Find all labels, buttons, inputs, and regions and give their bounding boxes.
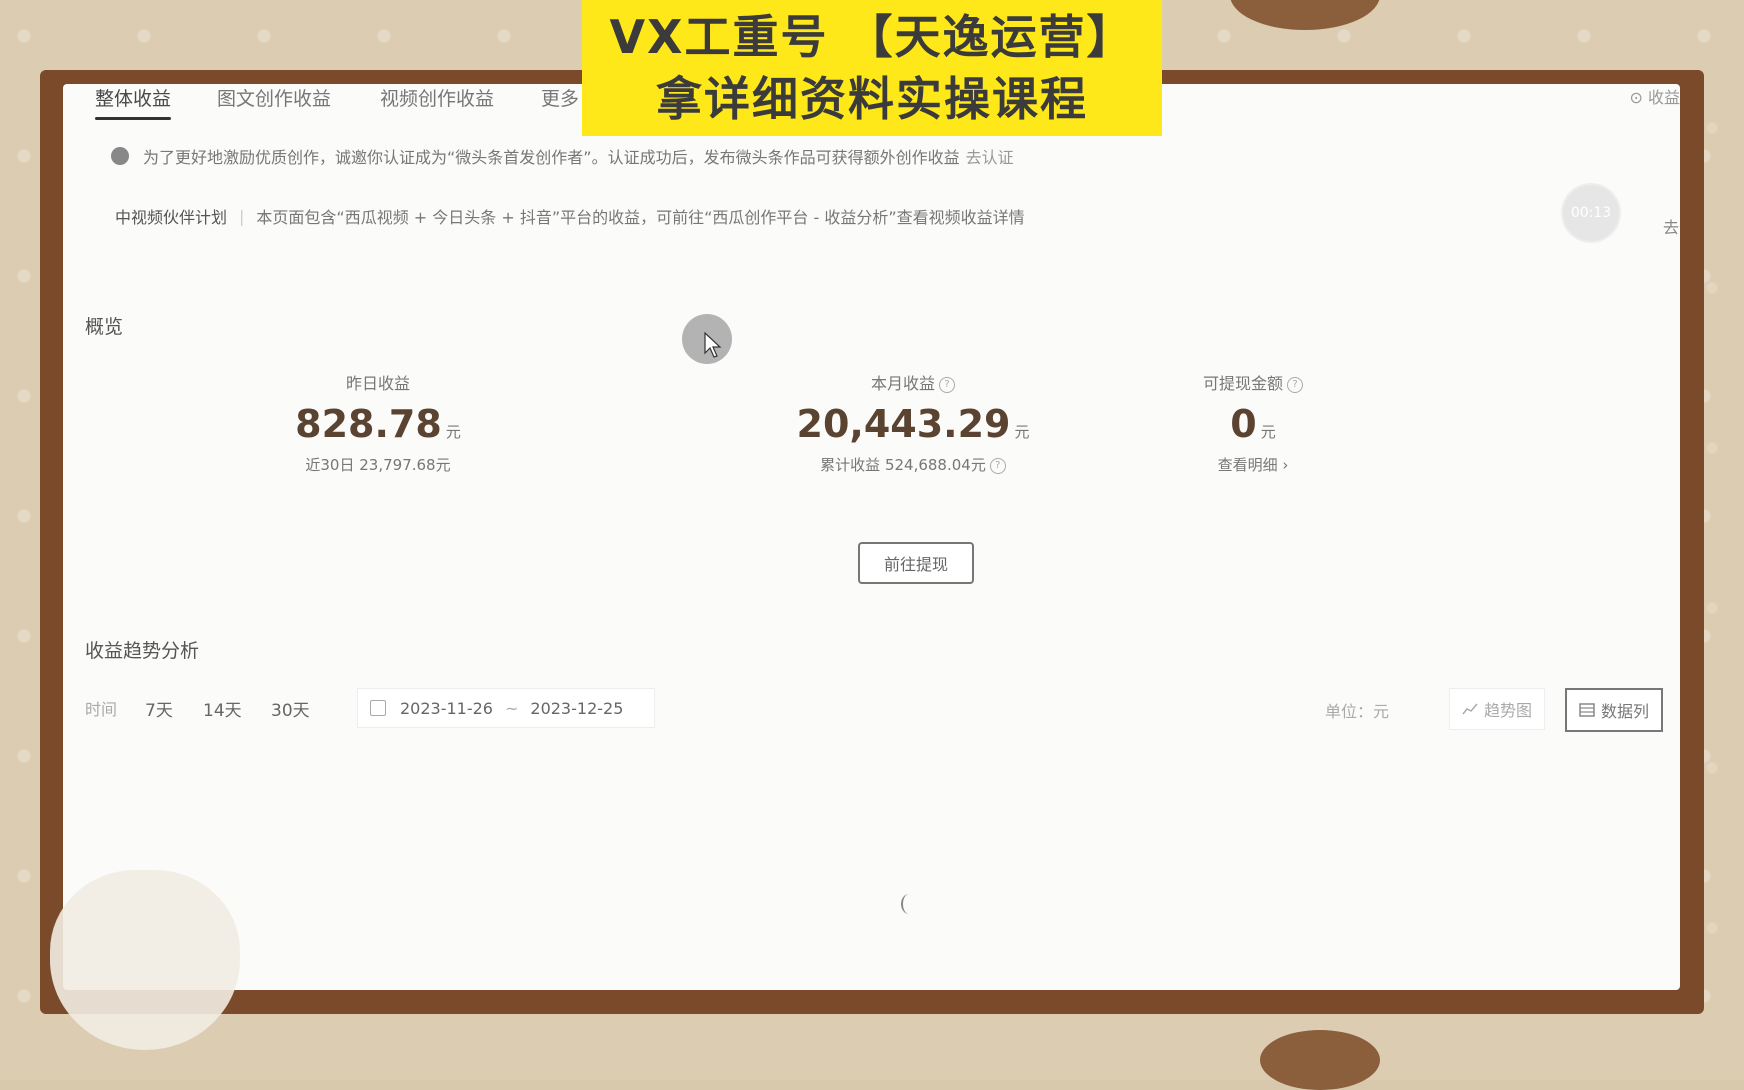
promo-banner: VX工重号 【天逸运营】 拿详细资料实操课程 xyxy=(582,0,1162,136)
time-label: 时间 xyxy=(85,700,118,719)
date-range-picker[interactable]: 2023-11-26 ~ 2023-12-25 xyxy=(357,688,655,728)
tab-overall[interactable]: 整体收益 xyxy=(95,84,172,120)
certification-notice: 为了更好地激励优质创作，诚邀你认证成为“微头条首发创作者”。认证成功后，发布微头… xyxy=(111,144,1014,168)
stat-label: 可提现金额? xyxy=(1153,370,1353,394)
unit-label: 单位：元 xyxy=(1325,702,1390,721)
stat-number: 828.78 xyxy=(295,402,442,446)
stat-month: 本月收益? 20,443.29 元 累计收益 524,688.04元? xyxy=(763,370,1063,475)
range-14-days[interactable]: 14天 xyxy=(203,696,242,721)
banner-line-1: VX工重号 【天逸运营】 xyxy=(609,10,1135,64)
plan-name[interactable]: 中视频伙伴计划 xyxy=(115,204,227,228)
partner-plan-bar: 中视频伙伴计划 | 本页面包含“西瓜视频 + 今日头条 + 抖音”平台的收益，可… xyxy=(115,204,1025,228)
stat-label: 昨日收益 xyxy=(345,374,410,393)
stat-value: 0元 xyxy=(1153,402,1353,446)
stat-sub: 累计收益 524,688.04元? xyxy=(763,454,1063,475)
revenue-page: 整体收益 图文创作收益 视频创作收益 更多 ⊙ 收益 为了更好地激励优质创作，诚… xyxy=(63,84,1680,990)
certify-link[interactable]: 去认证 xyxy=(966,144,1014,168)
view-chart-label: 趋势图 xyxy=(1484,701,1533,720)
stat-label: 本月收益? xyxy=(763,370,1063,394)
stat-withdrawable: 可提现金额? 0元 查看明细 › xyxy=(1153,370,1353,475)
help-icon[interactable]: ? xyxy=(989,457,1006,474)
calendar-icon xyxy=(370,700,386,716)
loading-spinner-icon xyxy=(901,894,917,914)
corner-link[interactable]: ⊙ 收益 xyxy=(1629,84,1680,108)
stat-sub: 近30日 23,797.68元 xyxy=(305,456,451,474)
corner-link-label: 收益 xyxy=(1647,88,1680,107)
overview-title: 概览 xyxy=(85,316,124,338)
range-7-days[interactable]: 7天 xyxy=(145,696,173,721)
help-icon[interactable]: ? xyxy=(1287,376,1303,393)
notice-text: 为了更好地激励优质创作，诚邀你认证成为“微头条首发创作者”。认证成功后，发布微头… xyxy=(143,148,960,167)
view-table-label: 数据列 xyxy=(1601,702,1650,721)
view-details-link[interactable]: 查看明细 › xyxy=(1153,454,1353,475)
stat-unit: 元 xyxy=(445,423,461,441)
view-trend-chart-button[interactable]: 趋势图 xyxy=(1449,688,1546,730)
trend-title: 收益趋势分析 xyxy=(85,640,200,662)
mouse-pointer-icon xyxy=(704,332,722,358)
date-separator: ~ xyxy=(504,698,519,718)
stat-label-text: 本月收益 xyxy=(870,374,935,393)
tab-more[interactable]: 更多 xyxy=(541,84,579,116)
tab-image-text[interactable]: 图文创作收益 xyxy=(217,84,331,116)
stat-value: 20,443.29 元 xyxy=(763,402,1063,446)
line-chart-icon xyxy=(1462,703,1478,715)
info-icon xyxy=(111,147,129,165)
date-end: 2023-12-25 xyxy=(530,698,624,718)
stat-value: 828.78 元 xyxy=(253,402,503,446)
range-30-days[interactable]: 30天 xyxy=(271,696,310,721)
help-icon[interactable]: ? xyxy=(939,376,955,393)
go-check-link[interactable]: 去查 xyxy=(1663,214,1680,238)
stat-unit: 元 xyxy=(1014,423,1030,441)
date-start: 2023-11-26 xyxy=(400,698,493,718)
view-data-table-button[interactable]: 数据列 xyxy=(1565,688,1664,732)
stat-yesterday: 昨日收益 828.78 元 近30日 23,797.68元 xyxy=(253,370,503,475)
banner-line-2: 拿详细资料实操课程 xyxy=(656,72,1088,126)
tab-video[interactable]: 视频创作收益 xyxy=(380,84,494,116)
withdraw-button[interactable]: 前往提现 xyxy=(858,542,974,584)
stat-number: 0 xyxy=(1230,402,1257,446)
decoration-planet-bottom xyxy=(1260,1030,1380,1090)
gear-icon: ⊙ xyxy=(1629,88,1648,107)
timer-badge: 00:13 xyxy=(1563,185,1619,241)
stat-sub-text: 累计收益 524,688.04元 xyxy=(820,456,986,474)
stat-unit: 元 xyxy=(1260,423,1276,441)
trend-filter-bar: 时间 7天 14天 30天 2023-11-26 ~ 2023-12-25 单位… xyxy=(85,688,1680,732)
stat-number: 20,443.29 xyxy=(796,402,1011,446)
table-icon xyxy=(1579,703,1595,717)
stat-label-text: 可提现金额 xyxy=(1202,374,1283,393)
decoration-heart xyxy=(50,870,240,1050)
divider: | xyxy=(239,206,245,226)
plan-text: 本页面包含“西瓜视频 + 今日头条 + 抖音”平台的收益，可前往“西瓜创作平台 … xyxy=(256,208,1025,227)
